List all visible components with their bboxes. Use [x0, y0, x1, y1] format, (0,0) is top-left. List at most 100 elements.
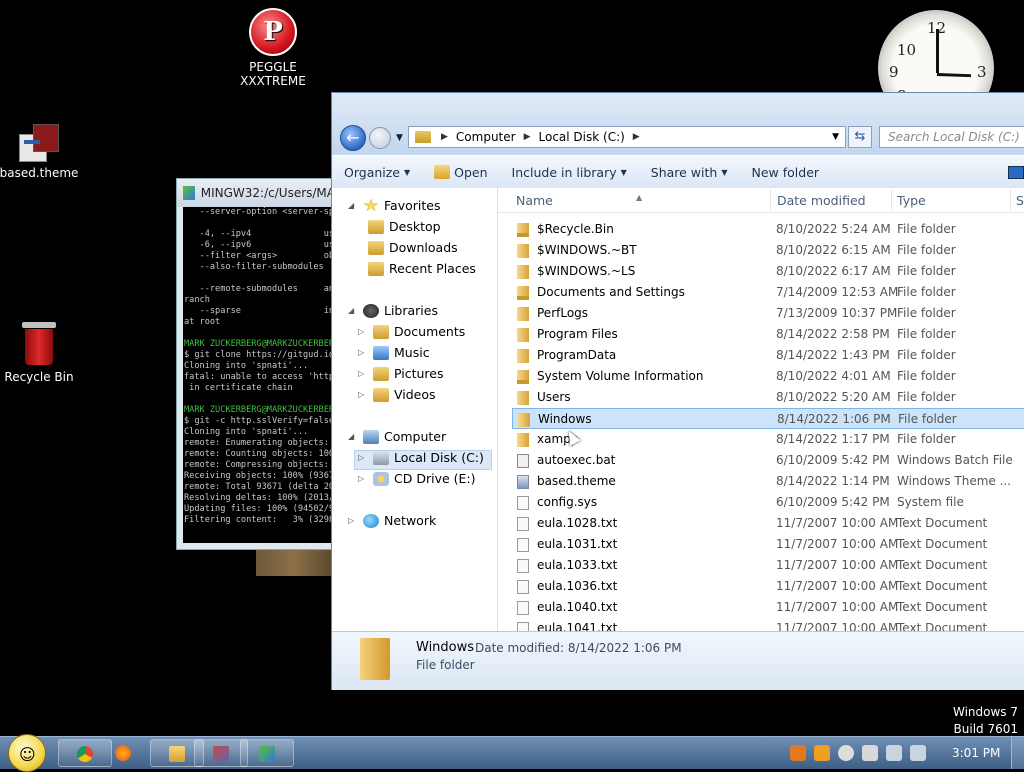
taskbar-app[interactable] [240, 739, 294, 767]
nav-network[interactable]: ▷ Network [348, 513, 436, 528]
expand-icon[interactable]: ▷ [358, 453, 368, 462]
tray-flag-icon[interactable] [862, 745, 878, 761]
nav-videos[interactable]: ▷ Videos [358, 387, 436, 402]
address-bar[interactable]: ▶ Computer ▶ Local Disk (C:) ▶ ▼ [408, 126, 846, 148]
expand-icon[interactable]: ▷ [358, 369, 368, 378]
file-row[interactable]: eula.1033.txt 11/7/2007 10:00 AM Text Docu… [512, 555, 1024, 576]
file-name: eula.1033.txt [537, 558, 618, 572]
file-list[interactable]: ▲ Name Date modified Type Si $Recycle.Bi… [498, 188, 1024, 631]
column-type[interactable]: Type [897, 193, 926, 208]
nav-recent-places[interactable]: Recent Places [368, 261, 476, 276]
view-options-icon[interactable] [1008, 166, 1024, 179]
column-date-modified[interactable]: Date modified [777, 193, 866, 208]
explorer-window[interactable]: ← ▼ ▶ Computer ▶ Local Disk (C:) ▶ ▼ ⇆ S… [331, 92, 1024, 690]
terminal-line: -6, --ipv6 use [184, 240, 335, 250]
collapse-icon[interactable]: ◢ [348, 432, 358, 441]
breadcrumb-computer[interactable]: Computer [452, 130, 520, 144]
chevron-down-icon: ▼ [721, 167, 728, 177]
refresh-button[interactable]: ⇆ [848, 126, 872, 148]
expand-icon[interactable]: ▷ [358, 474, 368, 483]
chevron-right-icon[interactable]: ▶ [437, 132, 452, 142]
column-divider[interactable] [891, 190, 892, 210]
organize-button[interactable]: Organize ▼ [332, 165, 422, 180]
recent-pages-dropdown[interactable]: ▼ [396, 133, 403, 143]
tray-smiley-icon[interactable] [838, 745, 854, 761]
forward-button[interactable] [369, 127, 391, 149]
nav-favorites[interactable]: ◢ Favorites [348, 198, 440, 213]
expand-icon[interactable]: ▷ [358, 327, 368, 336]
new-folder-button[interactable]: New folder [740, 165, 832, 180]
taskbar-clock[interactable]: 3:01 PM [952, 746, 1000, 760]
file-row[interactable]: Windows 8/14/2022 1:06 PM File folder [512, 408, 1024, 429]
expand-icon[interactable]: ▷ [348, 516, 358, 525]
file-row[interactable]: based.theme 8/14/2022 1:14 PM Windows Them… [512, 471, 1024, 492]
nav-music[interactable]: ▷ Music [358, 345, 430, 360]
file-row[interactable]: xampp 8/14/2022 1:17 PM File folder [512, 429, 1024, 450]
file-row[interactable]: System Volume Information 8/10/2022 4:01 … [512, 366, 1024, 387]
nav-pictures[interactable]: ▷ Pictures [358, 366, 444, 381]
taskbar-firefox[interactable] [97, 739, 149, 767]
column-divider[interactable] [770, 190, 771, 210]
nav-desktop[interactable]: Desktop [368, 219, 441, 234]
file-row[interactable]: eula.1031.txt 11/7/2007 10:00 AM Text Docu… [512, 534, 1024, 555]
collapse-icon[interactable]: ◢ [348, 201, 358, 210]
file-row[interactable]: eula.1036.txt 11/7/2007 10:00 AM Text Docu… [512, 576, 1024, 597]
file-row[interactable]: Users 8/10/2022 5:20 AM File folder [512, 387, 1024, 408]
breadcrumb-local-disk[interactable]: Local Disk (C:) [535, 130, 629, 144]
desktop-icon-peggle[interactable]: P PEGGLE XXXTREME [228, 8, 318, 88]
terminal-line: ranch [184, 295, 210, 305]
address-dropdown-icon[interactable]: ▼ [832, 132, 839, 142]
include-in-library-button[interactable]: Include in library ▼ [500, 165, 639, 180]
column-name[interactable]: Name [516, 193, 553, 208]
desktop-icon-recycle-bin[interactable]: Recycle Bin [0, 322, 84, 384]
terminal-window[interactable]: MINGW32:/c/Users/MA --server-option <ser… [176, 178, 336, 550]
open-button[interactable]: Open [422, 165, 499, 180]
file-row[interactable]: config.sys 6/10/2009 5:42 PM System file [512, 492, 1024, 513]
nav-label: Videos [394, 387, 436, 402]
file-row[interactable]: eula.1040.txt 11/7/2007 10:00 AM Text Docu… [512, 597, 1024, 618]
terminal-output[interactable]: --server-option <server-sp opt -4, --ipv… [183, 207, 335, 543]
column-size[interactable]: Si [1016, 193, 1024, 208]
desktop-icon-based-theme[interactable]: based.theme [0, 122, 84, 180]
show-desktop-button[interactable] [1011, 737, 1024, 769]
expand-icon[interactable]: ▷ [358, 348, 368, 357]
organize-label: Organize [344, 164, 400, 180]
file-row[interactable]: PerfLogs 7/13/2009 10:37 PM File folder [512, 303, 1024, 324]
terminal-titlebar[interactable]: MINGW32:/c/Users/MA [177, 179, 335, 207]
tray-volume-icon[interactable] [910, 745, 926, 761]
file-row[interactable]: eula.1028.txt 11/7/2007 10:00 AM Text Docu… [512, 513, 1024, 534]
file-row[interactable]: eula.1041.txt 11/7/2007 10:00 AM Text Docu… [512, 618, 1024, 631]
column-divider[interactable] [1010, 190, 1011, 210]
nav-downloads[interactable]: Downloads [368, 240, 458, 255]
file-row[interactable]: $WINDOWS.~BT 8/10/2022 6:15 AM File folder [512, 240, 1024, 261]
nav-local-disk[interactable]: ▷ Local Disk (C:) [358, 450, 484, 465]
file-row[interactable]: Program Files 8/14/2022 2:58 PM File folde… [512, 324, 1024, 345]
search-input[interactable]: Search Local Disk (C:) [879, 126, 1024, 148]
file-row[interactable]: $Recycle.Bin 8/10/2022 5:24 AM File folder [512, 219, 1024, 240]
nav-computer[interactable]: ◢ Computer [348, 429, 446, 444]
expand-icon[interactable]: ▷ [358, 390, 368, 399]
nav-documents[interactable]: ▷ Documents [358, 324, 465, 339]
back-button[interactable]: ← [340, 125, 366, 151]
file-row[interactable]: ProgramData 8/14/2022 1:43 PM File folder [512, 345, 1024, 366]
nav-libraries[interactable]: ◢ Libraries [348, 303, 438, 318]
nav-label: Recent Places [389, 261, 476, 276]
file-date-modified: 6/10/2009 5:42 PM [776, 495, 890, 509]
file-name: eula.1040.txt [537, 600, 618, 614]
file-row[interactable]: autoexec.bat 6/10/2009 5:42 PM Windows Bat… [512, 450, 1024, 471]
collapse-icon[interactable]: ◢ [348, 306, 358, 315]
start-button[interactable]: ☺ [8, 734, 46, 772]
file-row[interactable]: $WINDOWS.~LS 8/10/2022 6:17 AM File folder [512, 261, 1024, 282]
chevron-right-icon[interactable]: ▶ [520, 132, 535, 142]
tray-network-icon[interactable] [886, 745, 902, 761]
navigation-pane[interactable]: ◢ Favorites Desktop Downloads Recent Plac… [332, 188, 498, 631]
tray-app-icon[interactable] [790, 745, 806, 761]
chevron-right-icon[interactable]: ▶ [629, 132, 644, 142]
desktop-icon-label: based.theme [0, 166, 79, 180]
share-with-button[interactable]: Share with ▼ [639, 165, 740, 180]
tray-search-icon[interactable] [814, 745, 830, 761]
chrome-icon [77, 746, 93, 762]
file-row[interactable]: Documents and Settings 7/14/2009 12:53 AM… [512, 282, 1024, 303]
nav-cd-drive[interactable]: ▷ CD Drive (E:) [358, 471, 476, 486]
